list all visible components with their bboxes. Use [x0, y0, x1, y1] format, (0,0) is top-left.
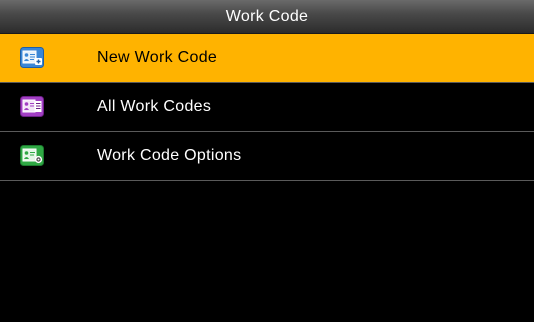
menu-item-label: New Work Code: [97, 49, 218, 66]
work-code-menu: New Work Code All Work Codes Work Code O…: [0, 34, 534, 181]
menu-item-work-code-options[interactable]: Work Code Options: [0, 132, 534, 181]
work-code-options-icon: [20, 145, 44, 166]
menu-item-all-work-codes[interactable]: All Work Codes: [0, 83, 534, 132]
all-work-codes-icon: [20, 96, 44, 117]
menu-item-new-work-code[interactable]: New Work Code: [0, 34, 534, 83]
menu-item-label: All Work Codes: [97, 98, 212, 115]
menu-item-label: Work Code Options: [97, 147, 242, 164]
page-title: Work Code: [0, 0, 534, 34]
new-work-code-icon: [20, 47, 44, 68]
device-screen: Work Code New Work Code All Work Codes W…: [0, 0, 534, 322]
